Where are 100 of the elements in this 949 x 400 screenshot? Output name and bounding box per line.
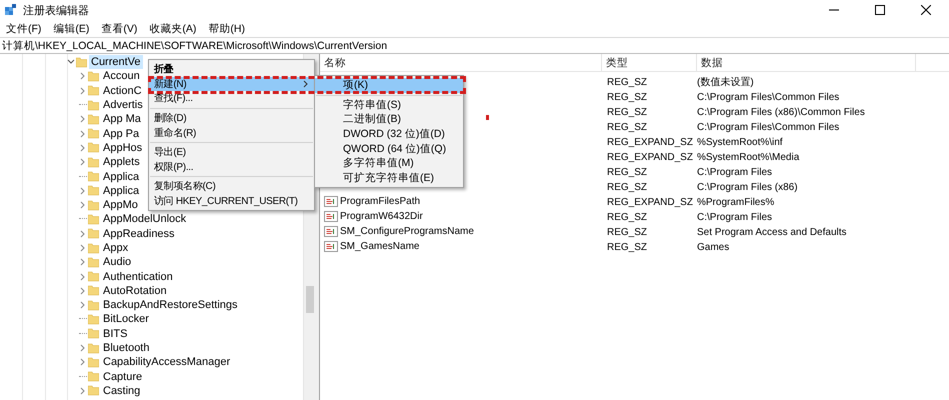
- menu-item[interactable]: 二进制值(B): [315, 112, 463, 127]
- folder-icon: [88, 314, 99, 325]
- menu-bar-item[interactable]: 文件(F): [2, 22, 50, 36]
- tree-item[interactable]: AppHos: [101, 140, 144, 155]
- menu-bar-item[interactable]: 编辑(E): [49, 22, 98, 36]
- table-cell: SM_ConfigureProgramsName: [340, 226, 474, 237]
- tree-item[interactable]: BITS: [101, 326, 130, 341]
- string-value-icon: [324, 226, 338, 237]
- string-value-icon: [324, 211, 338, 222]
- tree-item[interactable]: CapabilityAccessManager: [101, 355, 232, 370]
- table-cell: SM_GamesName: [340, 241, 420, 252]
- folder-icon: [88, 100, 99, 111]
- menu-item[interactable]: 权限(P)...: [149, 160, 314, 174]
- tree-item[interactable]: Audio: [101, 255, 134, 270]
- table-cell-text: Set Program Access and Defaults: [696, 226, 847, 238]
- close-icon: [921, 5, 931, 15]
- table-cell-text: %SystemRoot%\Media: [696, 152, 800, 162]
- tree-item[interactable]: Capture: [101, 370, 144, 384]
- menu-item[interactable]: QWORD (64 位)值(Q): [315, 141, 463, 156]
- menu-bar-item[interactable]: 帮助(H): [204, 22, 253, 36]
- folder-icon: [88, 285, 99, 296]
- folder-icon: [88, 271, 99, 282]
- tree-item[interactable]: App Pa: [101, 126, 142, 141]
- tree-item[interactable]: Accoun: [101, 69, 142, 84]
- tree-item[interactable]: AppModelUnlock: [101, 212, 188, 226]
- tree-item[interactable]: ActionC: [101, 84, 144, 98]
- tree-item[interactable]: Applica: [101, 184, 142, 198]
- menu-item[interactable]: 折叠: [149, 62, 314, 77]
- tree-item[interactable]: BackupAndRestoreSettings: [101, 298, 240, 312]
- column-header[interactable]: 名称: [320, 54, 602, 71]
- table-cell-text: C:\Program Files\Common Files: [696, 122, 840, 132]
- menu-bar-item[interactable]: 收藏夹(A): [145, 22, 204, 36]
- menu-item[interactable]: 重命名(R): [149, 125, 314, 140]
- table-cell-text: REG_SZ: [606, 166, 648, 178]
- tree-item[interactable]: CurrentVe: [89, 55, 143, 70]
- address-bar[interactable]: 计算机\HKEY_LOCAL_MACHINE\SOFTWARE\Microsoft\Windows\CurrentVersion: [0, 37, 949, 54]
- table-cell-text: REG_SZ: [606, 242, 648, 252]
- folder-icon: [88, 70, 99, 82]
- folder-icon: [88, 356, 99, 368]
- tree-item[interactable]: Appx: [101, 241, 130, 255]
- folder-icon: [88, 171, 99, 182]
- table-cell-text: REG_SZ: [606, 226, 648, 238]
- menu-item[interactable]: 访问 HKEY_CURRENT_USER(T): [149, 194, 314, 208]
- table-cell-text: (数值未设置): [696, 76, 754, 88]
- tree-connector: [79, 332, 87, 335]
- table-cell-text: REG_SZ: [606, 92, 648, 102]
- table-cell-text: C:\Program Files (x86): [696, 182, 798, 192]
- table-cell-text: REG_SZ: [606, 76, 648, 88]
- menu-item[interactable]: 多字符串值(M): [315, 156, 463, 171]
- table-cell-text: %ProgramFiles%: [696, 196, 774, 208]
- tree-item[interactable]: Advertis: [101, 98, 145, 112]
- tree-item[interactable]: Applets: [101, 155, 142, 170]
- tree-connector: [79, 104, 87, 106]
- menu-bar-item[interactable]: 查看(V): [97, 22, 146, 36]
- expand-chevron-icon[interactable]: [80, 386, 86, 395]
- column-header[interactable]: 数据: [697, 54, 916, 71]
- table-cell-text: %SystemRoot%\inf: [696, 136, 783, 148]
- table-cell-text: REG_SZ: [606, 212, 648, 222]
- menu-item[interactable]: 删除(D): [149, 110, 314, 126]
- folder-icon: [88, 228, 99, 240]
- folder-icon: [88, 342, 99, 354]
- table-cell-text: REG_SZ: [606, 182, 648, 192]
- tree-item[interactable]: Casting: [101, 384, 142, 398]
- window-title: 注册表编辑器: [23, 4, 89, 18]
- collapse-chevron-icon[interactable]: [67, 59, 75, 66]
- registry-icon: [5, 4, 17, 16]
- column-header[interactable]: 类型: [602, 54, 697, 71]
- tree-item[interactable]: Bluetooth: [101, 341, 152, 356]
- folder-icon: [88, 85, 99, 96]
- menu-item[interactable]: 可扩充字符串值(E): [315, 170, 463, 186]
- folder-icon: [88, 300, 99, 311]
- folder-icon: [88, 142, 99, 154]
- menu-item[interactable]: DWORD (32 位)值(D): [315, 126, 463, 142]
- tree-item[interactable]: AppReadiness: [101, 226, 177, 241]
- string-value-icon: [324, 196, 338, 207]
- tree-item[interactable]: Authentication: [101, 270, 175, 284]
- menu-item[interactable]: 复制项名称(C): [149, 179, 314, 194]
- table-cell-text: REG_EXPAND_SZ: [606, 196, 693, 208]
- table-cell-text: REG_EXPAND_SZ: [606, 152, 693, 162]
- table-cell-text: C:\Program Files (x86)\Common Files: [696, 106, 865, 118]
- tree-item[interactable]: Applica: [101, 170, 142, 184]
- tree-item[interactable]: AppMo: [101, 198, 140, 212]
- menu-item[interactable]: 字符串值(S): [315, 98, 463, 112]
- folder-icon: [88, 128, 99, 140]
- table-cell-text: C:\Program Files: [696, 212, 772, 222]
- tree-item[interactable]: BitLocker: [101, 312, 151, 326]
- folder-icon: [88, 328, 99, 340]
- table-cell-text: REG_SZ: [606, 106, 648, 118]
- table-cell-text: REG_SZ: [606, 122, 648, 132]
- tree-item[interactable]: AutoRotation: [101, 284, 169, 298]
- folder-icon: [88, 185, 99, 196]
- folder-icon: [88, 200, 99, 211]
- annotation-mark: [486, 115, 489, 120]
- table-cell-text: REG_EXPAND_SZ: [606, 136, 693, 148]
- menu-item[interactable]: 导出(E): [149, 144, 314, 160]
- scrollbar-thumb[interactable]: [306, 286, 314, 313]
- table-cell: ProgramW6432Dir: [340, 211, 423, 222]
- table-cell: ProgramFilesPath: [340, 196, 420, 207]
- tree-item[interactable]: App Ma: [101, 112, 143, 126]
- folder-icon: [88, 256, 99, 268]
